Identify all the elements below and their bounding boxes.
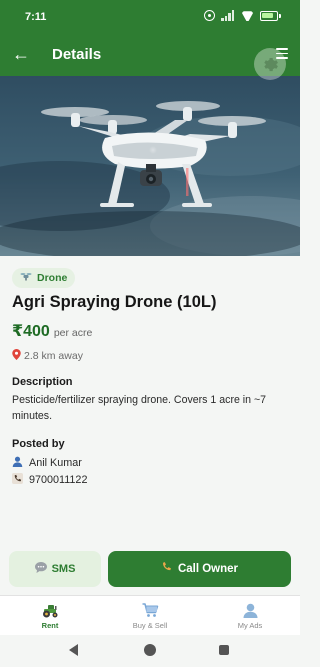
status-time: 7:11 — [25, 11, 47, 23]
nav-label-rent: Rent — [41, 621, 59, 630]
system-nav-bar — [0, 635, 300, 667]
phone-icon — [12, 473, 23, 487]
user-icon — [210, 602, 290, 619]
description-heading: Description — [12, 376, 73, 388]
cart-icon — [110, 602, 190, 619]
owner-name: Anil Kumar — [29, 457, 82, 469]
nav-label-my-ads: My Ads — [237, 621, 263, 630]
action-bar: SMS Call Owner — [0, 543, 300, 595]
distance-text: 2.8 km away — [24, 350, 83, 362]
price-row: ₹400 per acre — [12, 321, 288, 341]
nav-label-buy-sell: Buy & Sell — [132, 621, 168, 630]
nav-item-buy-sell[interactable]: Buy & Sell — [110, 602, 190, 630]
sms-label: SMS — [51, 563, 76, 575]
drone-icon — [20, 272, 32, 285]
call-owner-button[interactable]: Call Owner — [108, 551, 291, 587]
posted-by-heading: Posted by — [12, 438, 65, 450]
person-icon — [12, 456, 23, 470]
owner-row: Anil Kumar — [12, 456, 288, 470]
tractor-icon — [10, 602, 90, 619]
listing-details: Drone Agri Spraying Drone (10L) ₹400 per… — [12, 268, 288, 487]
sms-icon — [34, 562, 47, 576]
owner-phone: 9700011122 — [29, 474, 88, 486]
description-text: Pesticide/fertilizer spraying drone. Cov… — [12, 394, 267, 422]
settings-gear-icon[interactable] — [254, 48, 286, 80]
system-back-icon[interactable] — [69, 644, 78, 656]
status-icons — [204, 10, 281, 21]
location-pin-icon — [12, 349, 21, 363]
call-icon — [161, 562, 172, 576]
nav-item-my-ads[interactable]: My Ads — [210, 602, 290, 630]
category-chip: Drone — [12, 268, 76, 288]
sms-button[interactable]: SMS — [9, 551, 101, 587]
call-label: Call Owner — [177, 563, 239, 575]
status-bar: 7:11 — [0, 0, 300, 34]
price-unit: per acre — [53, 327, 93, 339]
back-arrow-icon[interactable]: ← — [11, 43, 31, 65]
system-home-icon[interactable] — [144, 644, 156, 656]
wifi-icon — [241, 10, 254, 21]
page-title: Details — [52, 46, 102, 63]
signal-icon — [221, 10, 235, 21]
bottom-nav: Rent Buy & Sell My Ads — [0, 595, 300, 635]
price-value: ₹400 — [12, 323, 50, 340]
phone-row: 9700011122 — [12, 473, 288, 487]
category-label: Drone — [37, 272, 68, 284]
system-recents-icon[interactable] — [219, 645, 229, 655]
distance-row: 2.8 km away — [12, 349, 288, 363]
battery-icon — [260, 10, 281, 21]
product-image — [0, 76, 300, 256]
screen-record-icon — [204, 10, 215, 21]
product-title: Agri Spraying Drone (10L) — [12, 293, 217, 311]
nav-item-rent[interactable]: Rent — [10, 602, 90, 630]
